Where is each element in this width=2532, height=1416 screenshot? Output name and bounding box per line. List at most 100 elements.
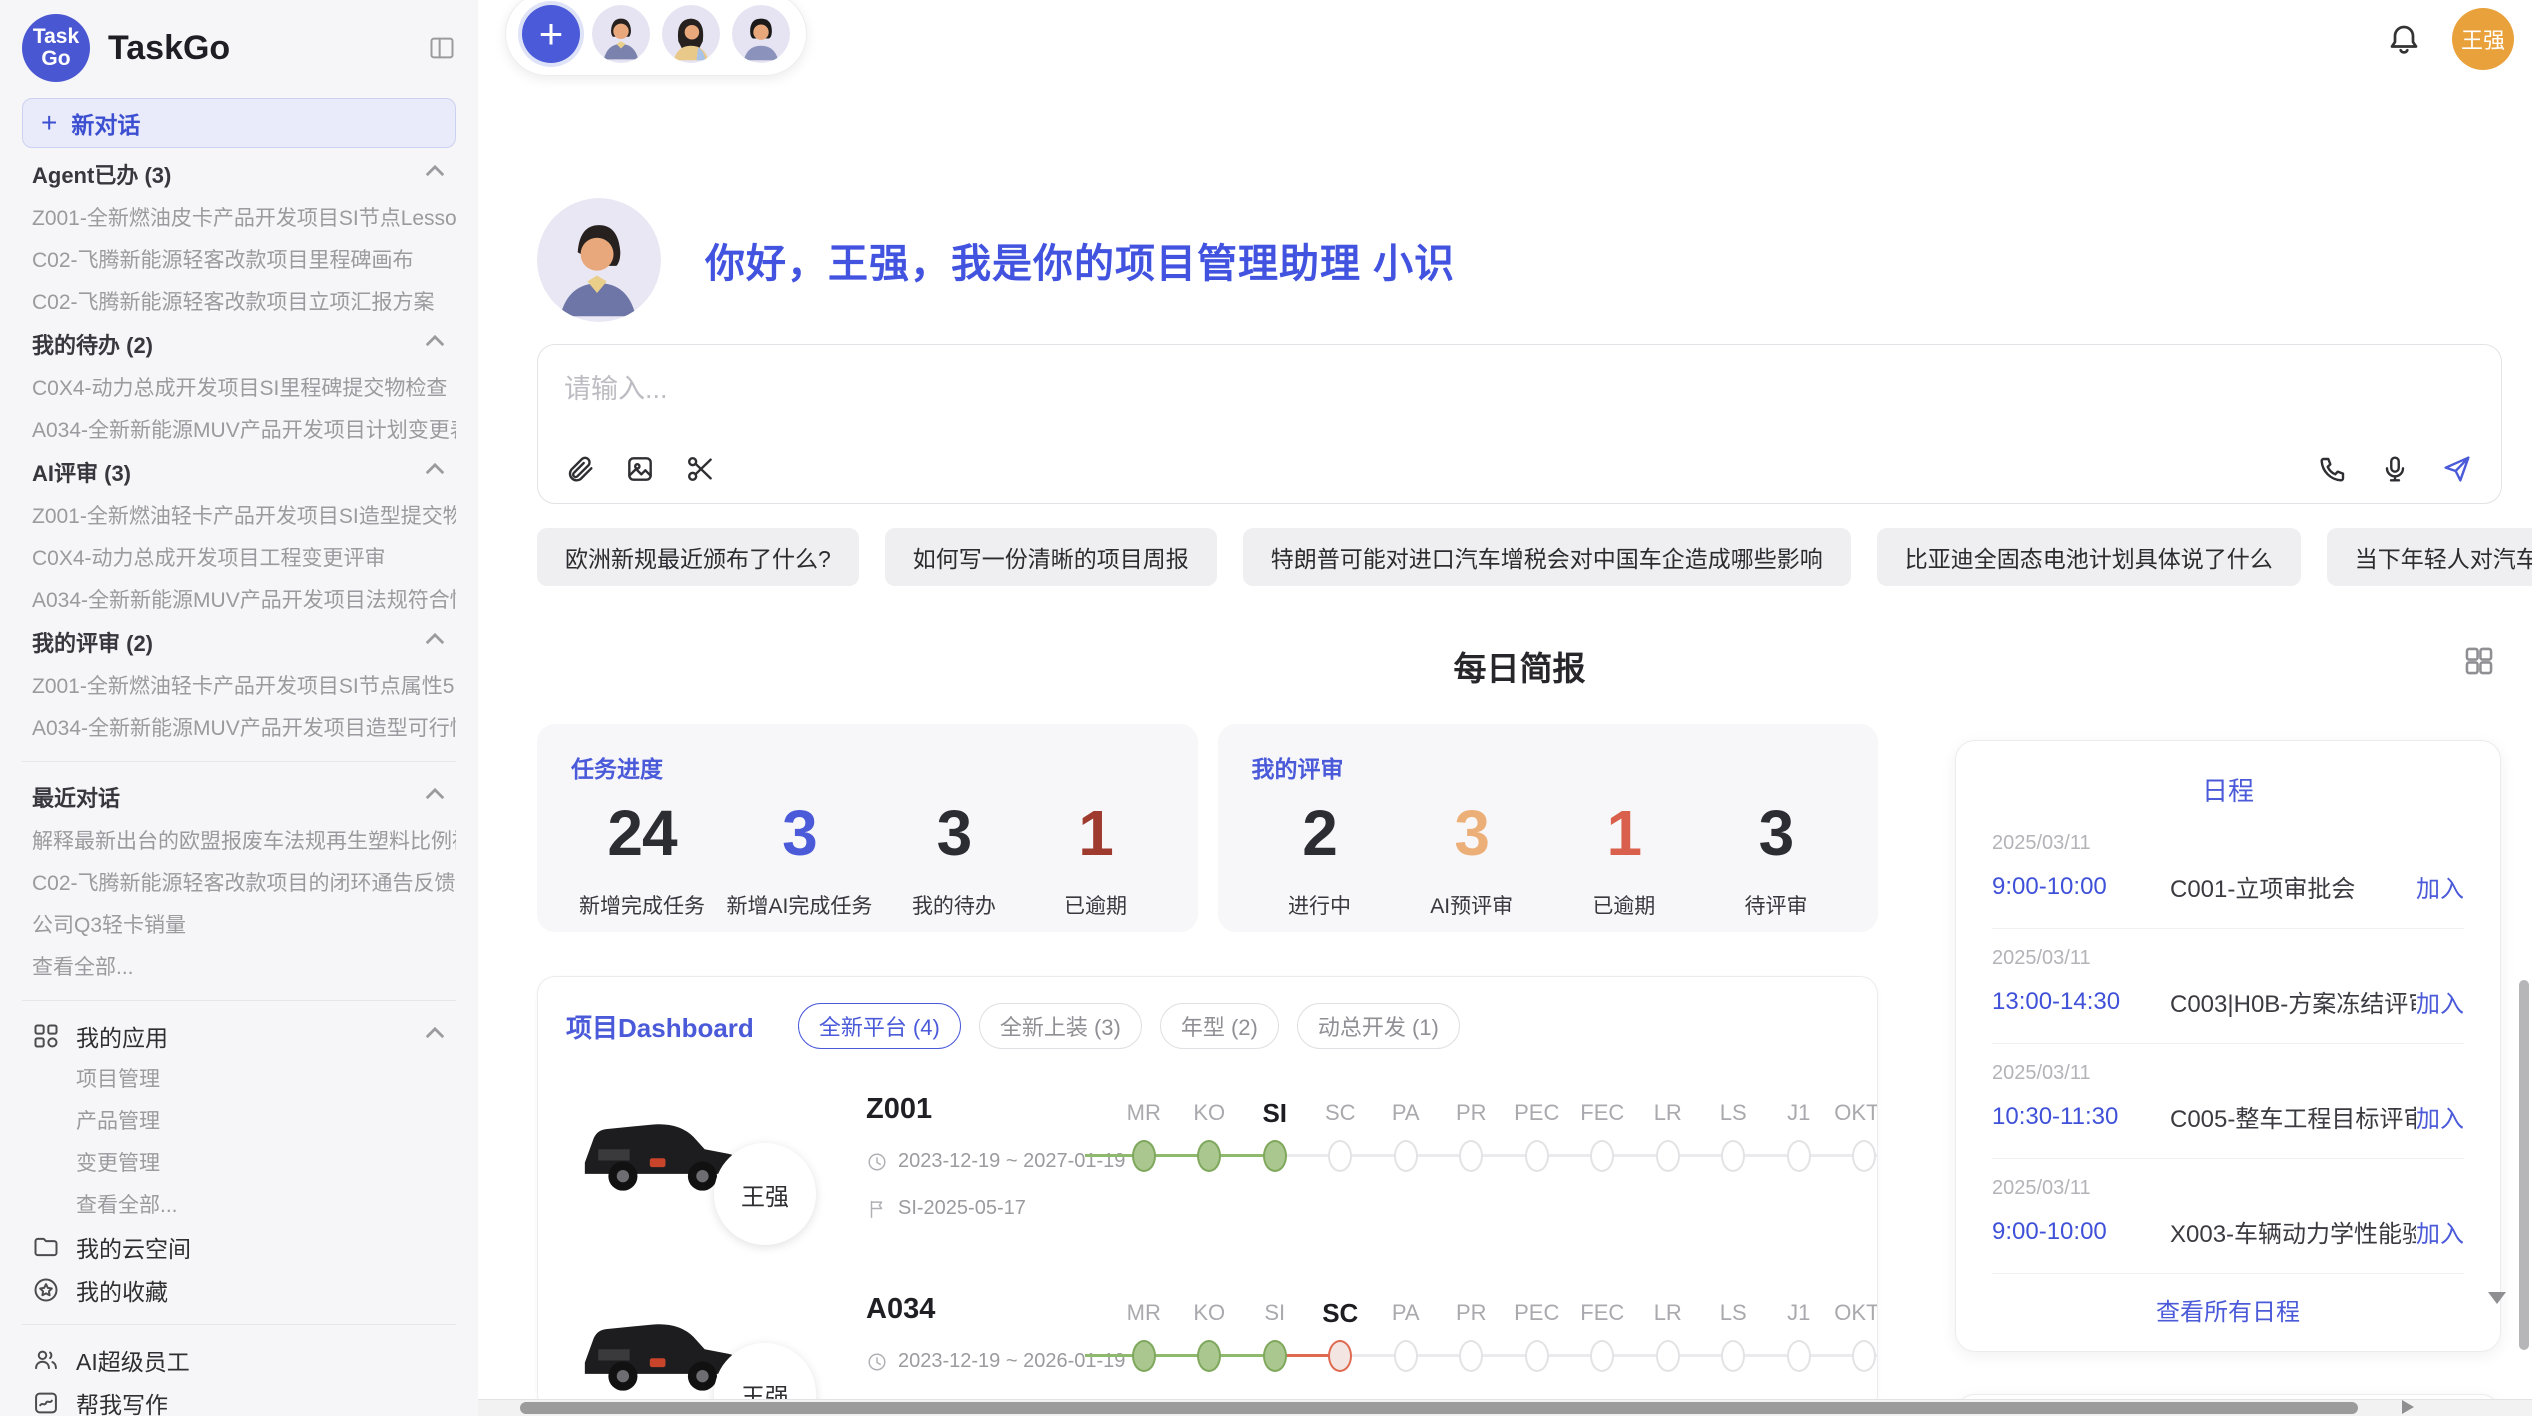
assistant-avatar bbox=[537, 198, 661, 322]
join-link[interactable]: 加入 bbox=[2416, 984, 2464, 1019]
topbar: + 王强 bbox=[478, 0, 2532, 74]
suggestion-chip[interactable]: 比亚迪全固态电池计划具体说了什么 bbox=[1877, 528, 2301, 586]
sidebar-item[interactable]: C0X4-动力总成开发项目SI里程碑提交物检查 bbox=[22, 366, 456, 408]
scroll-right-arrow[interactable] bbox=[2402, 1400, 2414, 1414]
new-chat-button[interactable]: + 新对话 bbox=[22, 98, 456, 148]
image-icon[interactable] bbox=[624, 453, 656, 485]
folder-icon bbox=[32, 1233, 60, 1261]
scissors-icon[interactable] bbox=[684, 453, 716, 485]
project-row-a034[interactable]: 王强 A034 2023-12-19 ~ 2026-01-19 bbox=[566, 1291, 1849, 1412]
sidebar-item[interactable]: A034-全新新能源MUV产品开发项目造型可行性评审 bbox=[22, 706, 456, 748]
tab-all-new-platform[interactable]: 全新平台 (4) bbox=[798, 1003, 961, 1049]
add-agent-button[interactable]: + bbox=[522, 5, 580, 63]
milestone-label: SC bbox=[1308, 1295, 1374, 1337]
join-link[interactable]: 加入 bbox=[2416, 1099, 2464, 1134]
stat-label: 新增完成任务 bbox=[579, 890, 705, 920]
stat-overdue: 1 已逾期 bbox=[1035, 796, 1155, 920]
sidebar-item[interactable]: Z001-全新燃油皮卡产品开发项目SI节点Lesson Learn报告 bbox=[22, 196, 456, 238]
milestone-label: SI bbox=[1242, 1095, 1308, 1137]
agent-avatar-1[interactable] bbox=[592, 5, 650, 63]
join-link[interactable]: 加入 bbox=[2416, 1214, 2464, 1249]
section-my-review[interactable]: 我的评审 (2) bbox=[22, 620, 456, 664]
milestone-label: PA bbox=[1373, 1295, 1439, 1337]
phone-icon[interactable] bbox=[2317, 453, 2349, 485]
sidebar-collapse-button[interactable] bbox=[428, 34, 456, 62]
section-my-todo[interactable]: 我的待办 (2) bbox=[22, 322, 456, 366]
agent-avatar-3[interactable] bbox=[732, 5, 790, 63]
project-info: A034 2023-12-19 ~ 2026-01-19 SC-2025-05-… bbox=[866, 1291, 1111, 1412]
event-name: C005-整车工程目标评审 bbox=[2170, 1099, 2416, 1134]
milestone-dot bbox=[1132, 1140, 1156, 1172]
divider bbox=[22, 1000, 456, 1001]
apps-view-all[interactable]: 查看全部... bbox=[22, 1183, 456, 1225]
scroll-down-arrow[interactable] bbox=[2488, 1292, 2506, 1304]
mic-icon[interactable] bbox=[2379, 453, 2411, 485]
agent-avatar-2[interactable] bbox=[662, 5, 720, 63]
recent-chat-item[interactable]: 公司Q3轻卡销量 bbox=[22, 903, 456, 945]
app-item-change-mgmt[interactable]: 变更管理 bbox=[22, 1141, 456, 1183]
stat-label: 我的待办 bbox=[894, 890, 1014, 920]
tab-new-body[interactable]: 全新上装 (3) bbox=[979, 1003, 1142, 1049]
milestone-dot bbox=[1394, 1340, 1418, 1372]
tab-year-model[interactable]: 年型 (2) bbox=[1160, 1003, 1279, 1049]
sidebar-item[interactable]: C02-飞腾新能源轻客改款项目里程碑画布 bbox=[22, 238, 456, 280]
sidebar-item[interactable]: C0X4-动力总成开发项目工程变更评审 bbox=[22, 536, 456, 578]
join-link[interactable]: 加入 bbox=[2416, 869, 2464, 904]
sidebar-item-cloud-space[interactable]: 我的云空间 bbox=[22, 1225, 456, 1268]
event-date: 2025/03/11 bbox=[1992, 1177, 2464, 1200]
dashboard-tabs: 全新平台 (4) 全新上装 (3) 年型 (2) 动总开发 (1) bbox=[798, 1003, 1460, 1049]
horizontal-scrollbar-thumb[interactable] bbox=[520, 1402, 2358, 1414]
suggestion-chip[interactable]: 当下年轻人对汽车外观有怎样的喜好趋势 bbox=[2327, 528, 2532, 586]
section-title: AI评审 (3) bbox=[32, 456, 131, 488]
app-item-product-mgmt[interactable]: 产品管理 bbox=[22, 1099, 456, 1141]
user-avatar[interactable]: 王强 bbox=[2452, 8, 2514, 70]
section-ai-review[interactable]: AI评审 (3) bbox=[22, 450, 456, 494]
app-item-project-mgmt[interactable]: 项目管理 bbox=[22, 1057, 456, 1099]
sidebar-item[interactable]: Z001-全新燃油轻卡产品开发项目SI节点属性5D文件评审 bbox=[22, 664, 456, 706]
vertical-scrollbar-thumb[interactable] bbox=[2519, 980, 2529, 1350]
recent-view-all[interactable]: 查看全部... bbox=[22, 945, 456, 987]
logo-text-2: Go bbox=[41, 48, 70, 70]
view-all-schedule-link[interactable]: 查看所有日程 bbox=[1992, 1274, 2464, 1343]
stat-label: 进行中 bbox=[1260, 890, 1380, 920]
task-progress-card: 任务进度 24 新增完成任务 3 新增AI完成任务 bbox=[537, 724, 1198, 932]
schedule-event: 2025/03/11 13:00-14:30 C003|H0B-方案冻结评审 加… bbox=[1992, 929, 2464, 1044]
chevron-up-icon bbox=[424, 783, 446, 811]
recent-chat-item[interactable]: C02-飞腾新能源轻客改款项目的闭环通告反馈情况 bbox=[22, 861, 456, 903]
milestone-track: MR KO SI SC PA PR PEC FEC LR LS J1 bbox=[1111, 1091, 1878, 1249]
layout-grid-icon[interactable] bbox=[2462, 644, 2496, 678]
sidebar-item-my-apps[interactable]: 我的应用 bbox=[22, 1014, 456, 1057]
milestone-dot bbox=[1263, 1140, 1287, 1172]
schedule-card: 日程 2025/03/11 9:00-10:00 C001-立项审批会 加入 2… bbox=[1955, 740, 2501, 1352]
section-recent-chats[interactable]: 最近对话 bbox=[22, 775, 456, 819]
sidebar-item[interactable]: A034-全新新能源MUV产品开发项目法规符合性评审 bbox=[22, 578, 456, 620]
project-media: 王强 bbox=[566, 1091, 866, 1249]
milestone-dot bbox=[1656, 1340, 1680, 1372]
suggestion-chip[interactable]: 欧洲新规最近颁布了什么? bbox=[537, 528, 859, 586]
sidebar-item-favorites[interactable]: 我的收藏 bbox=[22, 1268, 456, 1311]
chat-input[interactable] bbox=[564, 367, 2475, 437]
sidebar-item-ai-employee[interactable]: AI超级员工 bbox=[22, 1338, 456, 1381]
composer-left-icons bbox=[564, 453, 716, 485]
daily-brief-title: 每日简报 bbox=[1454, 650, 1586, 687]
stat-value: 24 bbox=[579, 796, 705, 870]
project-media: 王强 bbox=[566, 1291, 866, 1412]
recent-chat-item[interactable]: 解释最新出台的欧盟报废车法规再生塑料比例被调至15%... bbox=[22, 819, 456, 861]
milestone-label: OKTB bbox=[1832, 1095, 1879, 1137]
tab-powertrain[interactable]: 动总开发 (1) bbox=[1297, 1003, 1460, 1049]
sidebar-item[interactable]: A034-全新新能源MUV产品开发项目计划变更表编写 bbox=[22, 408, 456, 450]
attach-icon[interactable] bbox=[564, 453, 596, 485]
section-agent-done[interactable]: Agent已办 (3) bbox=[22, 152, 456, 196]
project-row-z001[interactable]: 王强 Z001 2023-12-19 ~ 2027-01-19 bbox=[566, 1091, 1849, 1249]
milestone-label: SI bbox=[1242, 1295, 1308, 1337]
agent-avatar-pill: + bbox=[505, 0, 807, 76]
suggestion-chip[interactable]: 特朗普可能对进口汽车增税会对中国车企造成哪些影响 bbox=[1243, 528, 1851, 586]
stat-new-done: 24 新增完成任务 bbox=[579, 796, 705, 920]
sidebar-item[interactable]: Z001-全新燃油轻卡产品开发项目SI造型提交物评审 bbox=[22, 494, 456, 536]
suggestion-chip[interactable]: 如何写一份清晰的项目周报 bbox=[885, 528, 1217, 586]
notifications-button[interactable] bbox=[2386, 21, 2422, 57]
event-time: 10:30-11:30 bbox=[1992, 1103, 2170, 1131]
send-icon[interactable] bbox=[2441, 453, 2473, 485]
sidebar-item[interactable]: C02-飞腾新能源轻客改款项目立项汇报方案 bbox=[22, 280, 456, 322]
sidebar-item-help-write[interactable]: 帮我写作 bbox=[22, 1381, 456, 1416]
